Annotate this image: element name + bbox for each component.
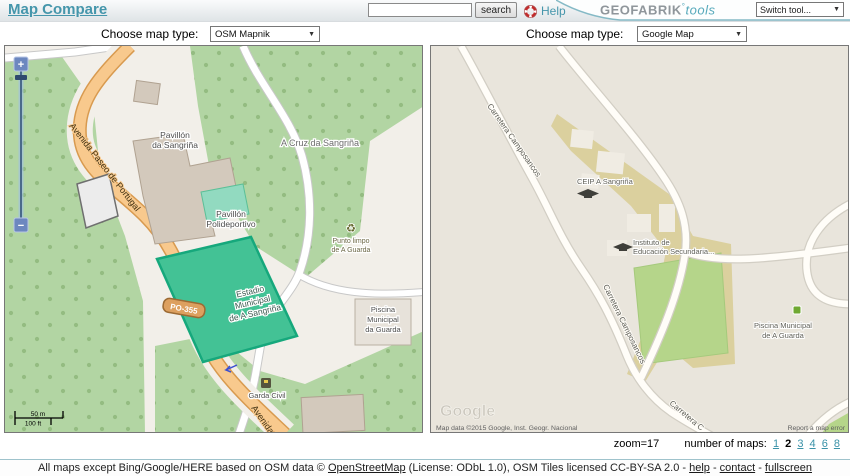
ceip-label: CEIP A Sangriña [577,177,634,186]
footer-fullscreen-link[interactable]: fullscreen [765,462,812,474]
search-input[interactable] [368,3,472,17]
piscina-label: da Guarda [365,325,401,334]
maps-count-1[interactable]: 1 [773,438,779,450]
map-type-select-left[interactable]: OSM Mapnik ▼ [210,26,320,42]
instituto-label: Instituto de [633,238,670,247]
search-button[interactable]: search [475,2,517,18]
zoom-in-label: + [18,59,24,71]
chevron-down-icon: ▼ [833,6,840,13]
map-type-select-right[interactable]: Google Map ▼ [637,26,747,42]
pavillon-sangrina-label: da Sangriña [152,140,198,150]
piscina-label: Piscina [371,305,396,314]
brand-suffix: tools [686,2,716,17]
switch-tool-label: Switch tool... [760,5,811,15]
piscina-google-label: Piscina Municipal [754,321,812,330]
footer: All maps except Bing/Google/HERE based o… [0,459,850,476]
garda-civil-label: Garda Civil [248,391,285,400]
zoom-slider-handle[interactable] [15,75,27,80]
scale-metric-label: 50 m [31,411,45,418]
police-icon [261,378,271,388]
pavillon-sangrina-label: Pavillón [160,130,190,140]
openstreetmap-link[interactable]: OpenStreetMap [328,462,406,474]
brand-logo: GEOFABRIK°tools [600,2,715,17]
zoom-out-label: − [18,220,24,232]
zoom-level: zoom=17 [614,438,660,450]
chevron-down-icon: ▼ [735,31,742,38]
footer-text: (License: ODbL 1.0), OSM Tiles licensed … [406,462,689,474]
footer-text: All maps except Bing/Google/HERE based o… [38,462,328,474]
map-type-row: Choose map type: OSM Mapnik ▼ Choose map… [0,23,850,45]
map-type-right-value: Google Map [642,29,694,40]
page-title[interactable]: Map Compare [8,1,107,18]
osm-map-panel[interactable]: PO-355 Pavillón da Sangriña A Cruz da Sa… [4,45,423,433]
pool-poi-icon [793,306,801,314]
polideportivo-label: Pavillón [216,209,246,219]
maps-count-4[interactable]: 4 [810,438,816,450]
polideportivo-label: Polideportivo [206,219,255,229]
footer-contact-link[interactable]: contact [720,462,755,474]
footer-separator: - [710,462,720,474]
number-of-maps-label: number of maps: [684,438,767,450]
instituto-label: Educación Secundaria... [633,247,714,256]
scale-imperial-label: 100 ft [25,421,41,428]
cruz-label: A Cruz da Sangriña [281,138,359,148]
osm-map-canvas[interactable]: PO-355 Pavillón da Sangriña A Cruz da Sa… [5,46,423,433]
maps-count-3[interactable]: 3 [797,438,803,450]
footer-help-link[interactable]: help [689,462,710,474]
google-map-panel[interactable]: Carretera Camposancos Carretera Camposan… [430,45,849,433]
brand-name: GEOFABRIK [600,2,682,17]
zoom-out-button[interactable]: − [14,218,28,232]
google-logo[interactable]: Google [440,403,495,420]
punto-limpo-label: Punto limpo [333,238,370,245]
punto-limpo-label: de A Guarda [332,247,371,254]
recycling-icon: ♻ [346,223,356,235]
zoom-in-button[interactable]: + [14,57,28,71]
status-bar: zoom=17 number of maps: 1 2 3 4 6 8 [0,438,844,458]
lifebuoy-help-icon [524,5,537,18]
header-bar: Map Compare search Help GEOFABRIK°tools … [0,0,850,22]
switch-tool-select[interactable]: Switch tool... ▼ [756,2,844,17]
right-chooser-label: Choose map type: [526,27,623,41]
piscina-google-label: de A Guarda [762,331,805,340]
report-map-error-link[interactable]: Report a map error [788,425,846,432]
map-compare-app: Map Compare search Help GEOFABRIK°tools … [0,0,850,476]
chevron-down-icon: ▼ [308,31,315,38]
maps-count-8[interactable]: 8 [834,438,840,450]
google-map-canvas[interactable]: Carretera Camposancos Carretera Camposan… [431,46,849,433]
left-chooser-label: Choose map type: [101,27,198,41]
footer-separator: - [755,462,765,474]
maps-count-2-current: 2 [785,438,791,450]
map-type-left-value: OSM Mapnik [215,29,270,40]
map-attribution: Map data ©2015 Google, Inst. Geogr. Naci… [436,424,578,432]
piscina-label: Municipal [367,315,399,324]
maps-count-6[interactable]: 6 [822,438,828,450]
